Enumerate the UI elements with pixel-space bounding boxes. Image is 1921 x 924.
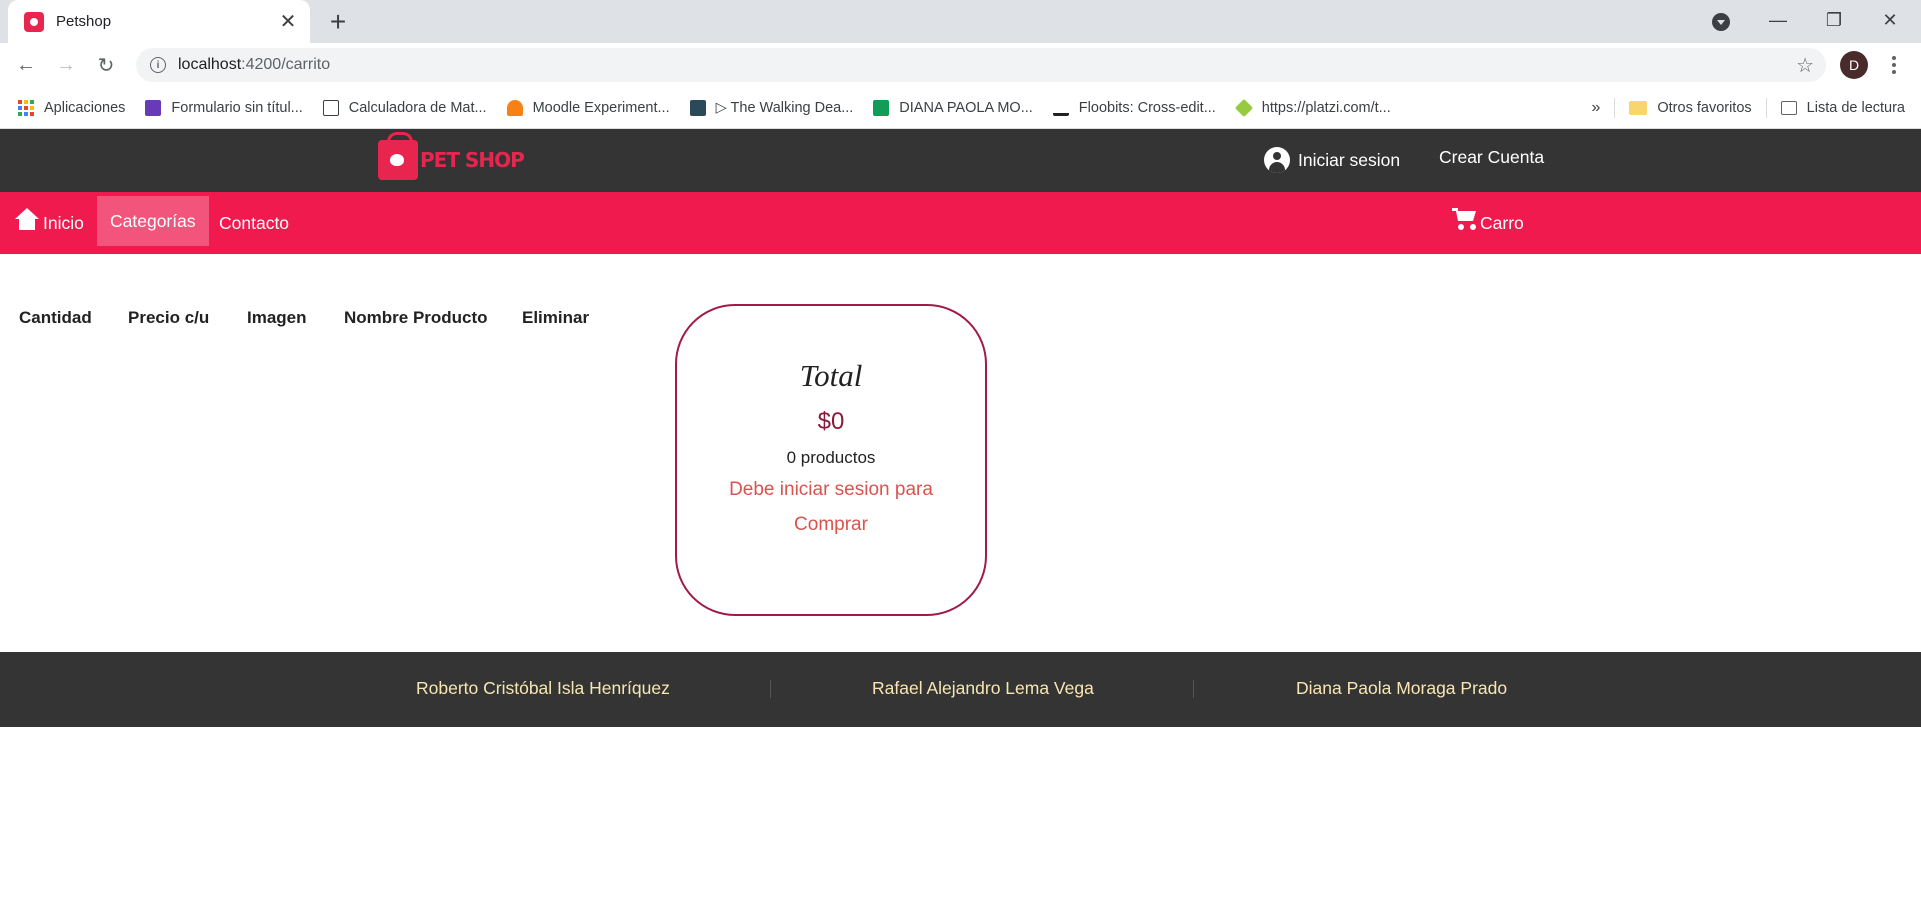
browser-tab[interactable]: Petshop ✕ (8, 0, 310, 43)
petshop-logo[interactable]: PET SHOP (378, 132, 525, 185)
bookmark-label: ▷ The Walking Dea... (715, 99, 854, 116)
browser-toolbar: ← → ↻ i localhost:4200/carrito ☆ D (0, 43, 1921, 87)
register-link[interactable]: Crear Cuenta (1439, 147, 1544, 168)
account-circle-icon (1264, 147, 1290, 173)
calculator-icon (322, 99, 339, 116)
bookmark-apps[interactable]: Aplicaciones (8, 92, 135, 124)
logo-text: PET SHOP (420, 148, 525, 172)
bookmark-forms[interactable]: Formulario sin títul... (135, 92, 312, 124)
nav-categories[interactable]: Categorías (97, 196, 209, 246)
moodle-icon (506, 99, 523, 116)
folder-icon (1629, 100, 1648, 115)
column-quantity: Cantidad (19, 308, 92, 327)
login-link[interactable]: Iniciar sesion (1264, 147, 1400, 173)
footer-author: Diana Paola Moraga Prado (1296, 678, 1508, 698)
sheets-icon (873, 99, 890, 116)
minimize-button[interactable]: — (1750, 0, 1806, 40)
footer-author: Roberto Cristóbal Isla Henríquez (416, 678, 670, 698)
tab-search-button[interactable] (1708, 9, 1734, 35)
column-delete: Eliminar (522, 308, 590, 327)
bookmark-label: DIANA PAOLA MO... (899, 99, 1033, 116)
site-header: PET SHOP Iniciar sesion Crear Cuenta (0, 129, 1921, 192)
bookmark-walking-dead[interactable]: ▷ The Walking Dea... (680, 92, 864, 124)
close-window-button[interactable]: ✕ (1862, 0, 1918, 40)
footer-author: Rafael Alejandro Lema Vega (872, 678, 1094, 698)
reading-list-label: Lista de lectura (1806, 99, 1905, 116)
forward-button[interactable]: → (50, 49, 82, 81)
url-path: :4200/carrito (241, 56, 331, 73)
profile-avatar[interactable]: D (1840, 51, 1868, 79)
product-count: 0 productos (786, 448, 876, 467)
footer-divider (770, 680, 771, 698)
chevron-down-icon (1712, 13, 1730, 31)
restore-button[interactable]: ❐ (1806, 0, 1862, 40)
nav-home-label: Inicio (43, 212, 84, 233)
bookmark-floobits[interactable]: Floobits: Cross-edit... (1043, 92, 1226, 124)
login-label: Iniciar sesion (1298, 149, 1401, 170)
nav-cart-label: Carro (1480, 212, 1524, 233)
bookmark-star-icon[interactable]: ☆ (1796, 53, 1814, 78)
reading-list-icon (1780, 100, 1797, 115)
address-bar[interactable]: i localhost:4200/carrito ☆ (136, 48, 1826, 82)
new-tab-button[interactable]: + (322, 6, 354, 38)
nav-contact[interactable]: Contacto (219, 192, 289, 254)
back-button[interactable]: ← (10, 49, 42, 81)
login-required-message: Debe iniciar sesion para Comprar (729, 479, 933, 535)
bookmark-moodle[interactable]: Moodle Experiment... (497, 92, 680, 124)
column-unit-price: Precio c/u (128, 308, 210, 327)
platzi-icon (1234, 98, 1253, 117)
total-title: Total (799, 358, 863, 393)
bookmark-sheets[interactable]: DIANA PAOLA MO... (863, 92, 1043, 124)
forms-icon (145, 99, 162, 116)
nav-cart[interactable]: Carro (1452, 192, 1524, 254)
close-tab-icon[interactable]: ✕ (274, 8, 302, 36)
footer-divider (1193, 680, 1194, 698)
bookmark-label: Aplicaciones (44, 99, 126, 116)
bookmark-label: Calculadora de Mat... (348, 99, 487, 116)
site-footer: Roberto Cristóbal Isla Henríquez Rafael … (0, 652, 1921, 727)
bookmark-label: https://platzi.com/t... (1261, 99, 1391, 116)
main-navbar: Inicio Categorías Contacto Carro (0, 192, 1921, 254)
bookmarks-bar: Aplicaciones Formulario sin títul... Cal… (0, 87, 1921, 129)
petshop-favicon-icon (24, 11, 44, 32)
walking-dead-icon (689, 99, 706, 116)
total-amount: $0 (817, 408, 845, 435)
nav-home[interactable]: Inicio (15, 192, 84, 254)
browser-tabstrip: Petshop ✕ + — ❐ ✕ (0, 0, 1921, 43)
shopping-cart-icon (1452, 205, 1478, 231)
home-icon (15, 208, 39, 230)
bookmark-label: Floobits: Cross-edit... (1078, 99, 1216, 116)
column-image: Imagen (247, 308, 307, 327)
bookmarks-overflow-button[interactable]: » (1581, 92, 1610, 124)
bookmark-other-favorites[interactable]: Otros favoritos (1619, 92, 1761, 124)
tab-title: Petshop (56, 13, 112, 30)
bookmark-calculator[interactable]: Calculadora de Mat... (313, 92, 497, 124)
reload-button[interactable]: ↻ (90, 49, 122, 81)
apps-grid-icon (18, 99, 34, 116)
bookmark-platzi[interactable]: https://platzi.com/t... (1226, 92, 1401, 124)
bookmark-label: Otros favoritos (1657, 99, 1752, 116)
cart-total-card: Total $0 0 productos Debe iniciar sesion… (675, 304, 987, 616)
column-product-name: Nombre Producto (344, 308, 488, 327)
browser-menu-icon[interactable] (1880, 51, 1908, 79)
floobits-icon (1052, 100, 1069, 116)
shopping-bag-paw-icon (378, 132, 418, 180)
bookmarks-divider (1614, 97, 1616, 118)
url-host: localhost (178, 56, 242, 73)
reading-list-button[interactable]: Lista de lectura (1771, 92, 1915, 124)
bookmarks-divider (1765, 97, 1767, 118)
bookmark-label: Moodle Experiment... (532, 99, 670, 116)
site-info-icon[interactable]: i (150, 57, 166, 73)
bookmark-label: Formulario sin títul... (171, 99, 303, 116)
